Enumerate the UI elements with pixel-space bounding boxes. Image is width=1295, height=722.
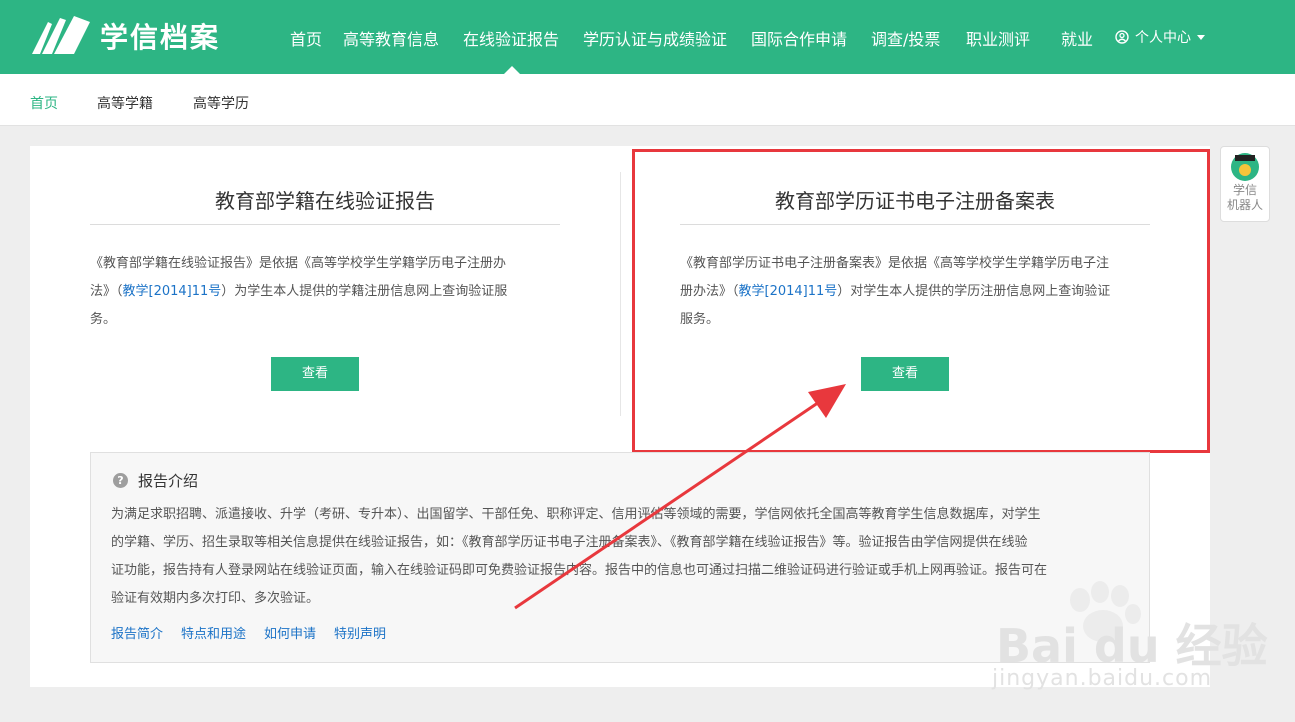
nav-degree-certification[interactable]: 学历认证与成绩验证	[583, 26, 727, 50]
desc-line: 法》（教学[2014]11号）为学生本人提供的学籍注册信息网上查询验证服	[90, 278, 560, 306]
nav-survey-vote[interactable]: 调查/投票	[871, 26, 940, 50]
intro-line: 为满足求职招聘、派遣接收、升学（考研、专升本）、出国留学、干部任免、职称评定、信…	[111, 507, 1041, 522]
sub-nav: 首页 高等学籍 高等学历	[0, 74, 1295, 126]
view-enrollment-report-button[interactable]: 查看	[271, 357, 359, 391]
nav-online-verification-report[interactable]: 在线验证报告	[463, 26, 559, 50]
link-special-statement[interactable]: 特别声明	[334, 623, 386, 642]
user-center-label: 个人中心	[1135, 30, 1191, 46]
card-rule	[90, 224, 560, 225]
card-divider	[620, 172, 621, 416]
nav-home[interactable]: 首页	[290, 26, 322, 50]
desc-line: 《教育部学籍在线验证报告》是依据《高等学校学生学籍学历电子注册办	[90, 256, 507, 271]
intro-body: 为满足求职招聘、派遣接收、升学（考研、专升本）、出国留学、干部任免、职称评定、信…	[111, 501, 1126, 613]
desc-line: 务。	[90, 312, 117, 327]
help-icon: ?	[113, 473, 128, 488]
chat-robot-widget[interactable]: 学信 机器人	[1220, 146, 1270, 222]
intro-title: 报告介绍	[138, 472, 199, 490]
desc-text: 法》（	[90, 284, 123, 299]
subnav-higher-degree[interactable]: 高等学历	[193, 93, 249, 113]
subnav-home[interactable]: 首页	[30, 93, 58, 113]
nav-international-cooperation[interactable]: 国际合作申请	[751, 26, 847, 50]
user-center-menu[interactable]: 个人中心	[1115, 27, 1205, 47]
nav-employment[interactable]: 就业	[1061, 26, 1093, 50]
robot-label-line2: 机器人	[1226, 198, 1263, 212]
link-report-overview[interactable]: 报告简介	[111, 623, 163, 642]
intro-links: 报告简介 特点和用途 如何申请 特别声明	[111, 623, 404, 642]
watermark-url: jingyan.baidu.com	[992, 666, 1213, 691]
brand-logo[interactable]: 学信档案	[30, 14, 220, 58]
robot-label-line1: 学信	[1232, 183, 1257, 197]
active-nav-indicator	[504, 66, 520, 74]
user-icon	[1115, 30, 1129, 44]
intro-line: 的学籍、学历、招生录取等相关信息提供在线验证报告，如：《教育部学历证书电子注册备…	[111, 535, 1028, 550]
subnav-higher-enrollment[interactable]: 高等学籍	[97, 93, 153, 113]
link-how-to-apply[interactable]: 如何申请	[264, 623, 316, 642]
chevron-down-icon	[1197, 34, 1205, 40]
card-description-enrollment: 《教育部学籍在线验证报告》是依据《高等学校学生学籍学历电子注册办 法》（教学[2…	[90, 250, 560, 334]
robot-avatar-icon	[1231, 153, 1259, 181]
annotation-highlight-box	[632, 149, 1210, 453]
book-logo-icon	[32, 16, 90, 54]
brand-name: 学信档案	[100, 21, 221, 54]
intro-line: 验证有效期内多次打印、多次验证。	[111, 591, 320, 606]
top-header: 学信档案 首页 高等教育信息 在线验证报告 学历认证与成绩验证 国际合作申请 调…	[0, 0, 1295, 74]
intro-header: ? 报告介绍	[113, 470, 198, 491]
card-title-enrollment-report: 教育部学籍在线验证报告	[215, 189, 435, 213]
link-features-uses[interactable]: 特点和用途	[181, 623, 246, 642]
nav-career-assessment[interactable]: 职业测评	[966, 26, 1030, 50]
desc-text: ）为学生本人提供的学籍注册信息网上查询验证服	[221, 284, 508, 299]
regulation-link[interactable]: 教学[2014]11号	[123, 284, 222, 299]
intro-line: 证功能，报告持有人登录网站在线验证页面，输入在线验证码即可免费验证报告内容。报告…	[111, 563, 1048, 578]
nav-higher-education-info[interactable]: 高等教育信息	[343, 26, 439, 50]
